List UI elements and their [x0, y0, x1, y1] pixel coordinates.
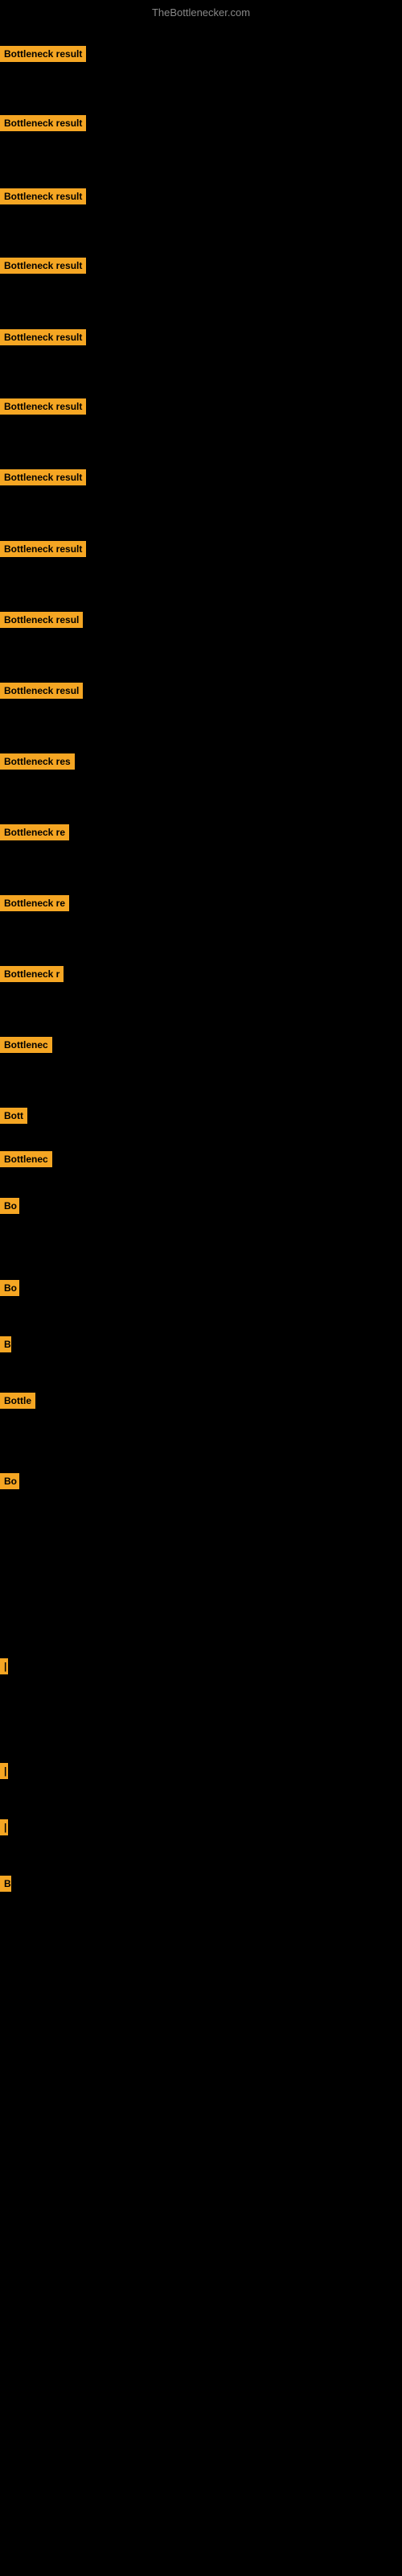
bottleneck-result-label: Bottleneck res: [0, 753, 75, 770]
bottleneck-result-label: Bottleneck r: [0, 966, 64, 982]
bottleneck-result-label: Bottlenec: [0, 1037, 52, 1053]
bottleneck-result-label: Bottleneck result: [0, 188, 86, 204]
bottleneck-result-label: Bottleneck result: [0, 469, 86, 485]
bottleneck-result-label: Bottleneck resul: [0, 683, 83, 699]
bottleneck-result-label: Bottlenec: [0, 1151, 52, 1167]
bottleneck-result-label: Bo: [0, 1198, 19, 1214]
bottleneck-result-label: B: [0, 1876, 11, 1892]
bottleneck-result-label: Bottleneck result: [0, 329, 86, 345]
bottleneck-result-label: Bottleneck result: [0, 258, 86, 274]
bottleneck-result-label: |: [0, 1819, 8, 1835]
bottleneck-result-label: Bottleneck resul: [0, 612, 83, 628]
bottleneck-result-label: Bottle: [0, 1393, 35, 1409]
bottleneck-result-label: Bottleneck result: [0, 46, 86, 62]
bottleneck-result-label: |: [0, 1658, 8, 1674]
bottleneck-result-label: Bott: [0, 1108, 27, 1124]
bottleneck-result-label: Bottleneck result: [0, 541, 86, 557]
bottleneck-result-label: Bottleneck result: [0, 115, 86, 131]
bottleneck-result-label: |: [0, 1763, 8, 1779]
site-title: TheBottlenecker.com: [0, 6, 402, 19]
bottleneck-result-label: Bottleneck re: [0, 895, 69, 911]
bottleneck-result-label: Bo: [0, 1280, 19, 1296]
bottleneck-result-label: Bo: [0, 1473, 19, 1489]
bottleneck-result-label: Bottleneck result: [0, 398, 86, 415]
bottleneck-result-label: Bottleneck re: [0, 824, 69, 840]
bottleneck-result-label: B: [0, 1336, 11, 1352]
